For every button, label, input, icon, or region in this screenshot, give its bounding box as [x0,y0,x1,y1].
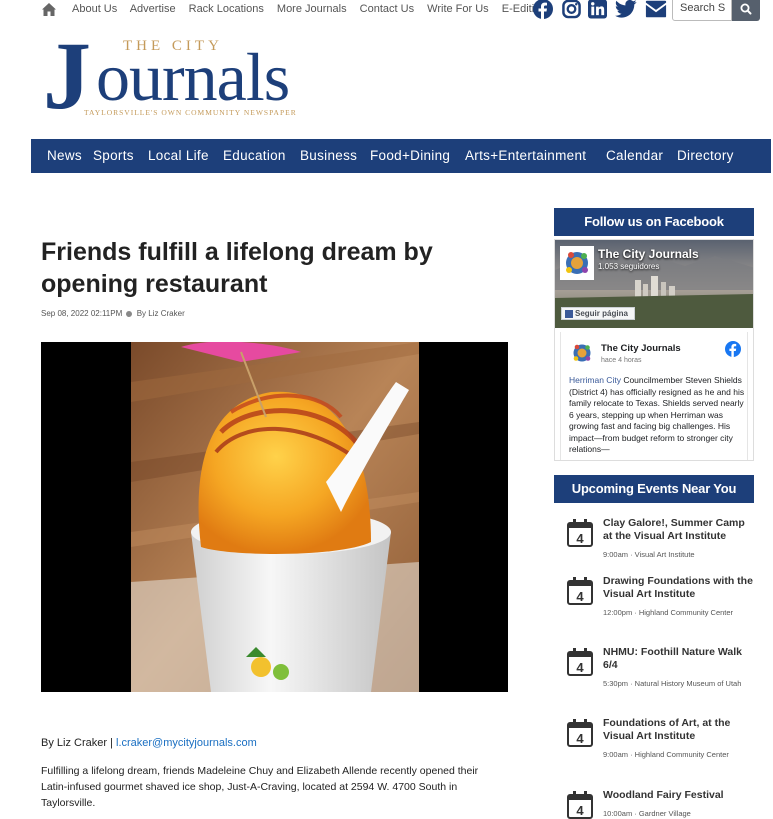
fb-post-author[interactable]: The City Journals [601,343,681,354]
instagram-icon[interactable] [562,0,581,20]
search-icon [740,3,752,15]
top-links: About Us Advertise Rack Locations More J… [72,3,556,15]
calendar-icon: 4 [567,719,593,747]
fb-post-link[interactable]: Herriman City [569,375,621,385]
facebook-cover: The City Journals 1.053 seguidores Segui… [555,240,753,328]
article-meta: Sep 08, 2022 02:11PM By Liz Craker [41,309,185,318]
facebook-icon[interactable] [533,0,553,20]
calendar-icon: 4 [567,791,593,819]
event-title[interactable]: NHMU: Foothill Nature Walk 6/4 [603,646,753,672]
search-input[interactable]: Search S [672,0,732,21]
event-day: 4 [576,731,584,746]
top-link-advertise[interactable]: Advertise [130,3,176,15]
article-photo[interactable] [41,342,508,692]
fb-follow-label: Seguir página [575,309,628,318]
top-link-rack-locations[interactable]: Rack Locations [189,3,264,15]
event-day: 4 [576,531,584,546]
twitter-icon[interactable] [615,0,637,20]
event-meta: 9:00am · Visual Art Institute [603,550,695,559]
home-icon[interactable] [41,2,57,17]
top-link-write-for-us[interactable]: Write For Us [427,3,489,15]
logo-j: J [43,22,91,129]
post-avatar [569,340,595,366]
nav-directory[interactable]: Directory [677,148,734,163]
event-day: 4 [576,660,584,675]
fb-post-text: Herriman City Councilmember Steven Shiel… [569,375,745,456]
events-heading: Upcoming Events Near You [554,475,754,503]
main-nav: News Sports Local Life Education Busines… [31,139,771,173]
top-bar: About Us Advertise Rack Locations More J… [0,0,773,22]
article-byline: By Liz Craker [136,309,185,318]
event-title[interactable]: Drawing Foundations with the Visual Art … [603,575,753,601]
nav-food-dining[interactable]: Food+Dining [370,148,450,163]
article-body: Fulfilling a lifelong dream, friends Mad… [41,765,479,809]
facebook-post-icon[interactable] [725,341,741,357]
event-day: 4 [576,803,584,818]
fb-followers: 1.053 seguidores [598,262,660,271]
top-link-contact-us[interactable]: Contact Us [360,3,414,15]
separator-dot [126,310,133,317]
page-avatar [560,246,594,280]
search-button[interactable] [732,0,760,21]
article-date: Sep 08, 2022 02:11PM [41,309,123,318]
nav-local-life[interactable]: Local Life [148,148,209,163]
facebook-post: The City Journals hace 4 horas Herriman … [560,332,748,460]
fb-post-time[interactable]: hace 4 horas [601,357,641,364]
nav-calendar[interactable]: Calendar [606,148,663,163]
shaved-ice-photo [131,342,419,692]
nav-arts-entertainment[interactable]: Arts+Entertainment [465,148,586,163]
author-email-link[interactable]: l.craker@mycityjournals.com [116,737,257,749]
fb-follow-button[interactable]: Seguir página [561,307,635,320]
calendar-icon: 4 [567,519,593,547]
linkedin-icon[interactable] [588,0,607,20]
nav-sports[interactable]: Sports [93,148,134,163]
nav-education[interactable]: Education [223,148,286,163]
top-link-about-us[interactable]: About Us [72,3,117,15]
event-day: 4 [576,589,584,604]
calendar-icon: 4 [567,577,593,605]
article-headline: Friends fulfill a lifelong dream by open… [41,238,433,298]
event-meta: 10:00am · Gardner Village [603,809,691,818]
calendar-icon: 4 [567,648,593,676]
event-meta: 9:00am · Highland Community Center [603,750,729,759]
site-logo[interactable]: THE CITY J ournals TAYLORSVILLE'S OWN CO… [43,22,308,129]
facebook-small-icon [565,309,573,318]
event-title[interactable]: Clay Galore!, Summer Camp at the Visual … [603,517,753,543]
author-name: By Liz Craker | [41,737,116,749]
logo-tagline: TAYLORSVILLE'S OWN COMMUNITY NEWSPAPER [84,108,297,117]
facebook-widget[interactable]: The City Journals 1.053 seguidores Segui… [554,239,754,461]
nav-business[interactable]: Business [300,148,357,163]
event-title[interactable]: Foundations of Art, at the Visual Art In… [603,717,753,743]
fb-page-name[interactable]: The City Journals [598,247,699,261]
event-meta: 12:00pm · Highland Community Center [603,608,734,617]
author-line: By Liz Craker | l.craker@mycityjournals.… [41,737,257,749]
event-title[interactable]: Woodland Fairy Festival [603,789,753,802]
fb-post-body: Councilmember Steven Shields (District 4… [569,375,745,454]
nav-news[interactable]: News [47,148,82,163]
top-link-more-journals[interactable]: More Journals [277,3,347,15]
event-meta: 5:30pm · Natural History Museum of Utah [603,679,742,688]
email-icon[interactable] [645,0,667,20]
logo-journals: ournals [96,39,290,115]
facebook-heading: Follow us on Facebook [554,208,754,236]
